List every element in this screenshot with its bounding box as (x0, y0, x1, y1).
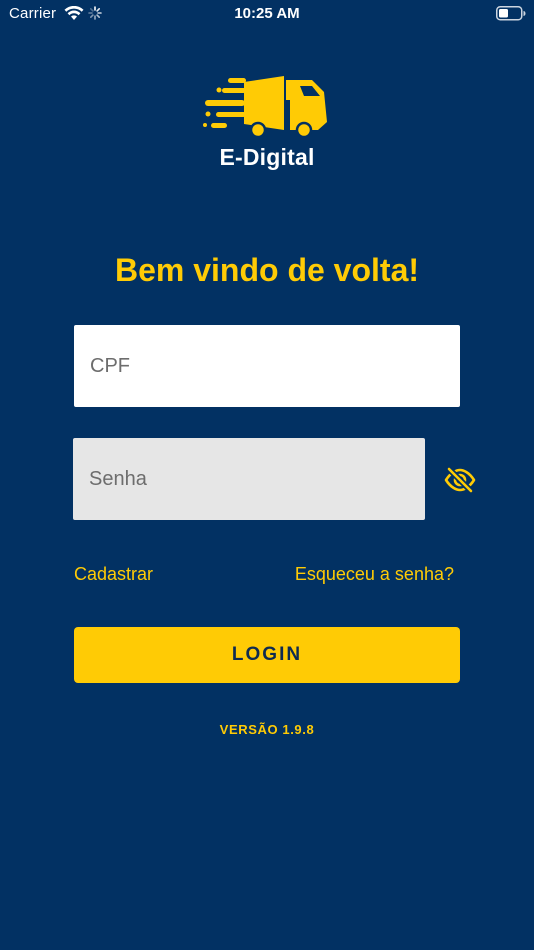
speeding-truck-icon (200, 70, 334, 145)
app-logo: E-Digital (200, 70, 334, 180)
eye-slash-icon[interactable] (443, 464, 477, 496)
login-button[interactable]: LOGIN (74, 627, 460, 683)
password-input[interactable] (73, 438, 425, 520)
cpf-input[interactable] (74, 325, 460, 407)
logo-wordmark: E-Digital (219, 144, 315, 170)
forgot-password-link[interactable]: Esqueceu a senha? (295, 564, 454, 585)
version-label: VERSÃO 1.9.8 (219, 722, 315, 737)
status-bar: Carrier 10:25 AM (0, 0, 534, 28)
register-link[interactable]: Cadastrar (74, 564, 153, 585)
battery-icon (496, 6, 526, 26)
welcome-title: Bem vindo de volta! (114, 252, 420, 288)
status-time: 10:25 AM (234, 5, 300, 22)
